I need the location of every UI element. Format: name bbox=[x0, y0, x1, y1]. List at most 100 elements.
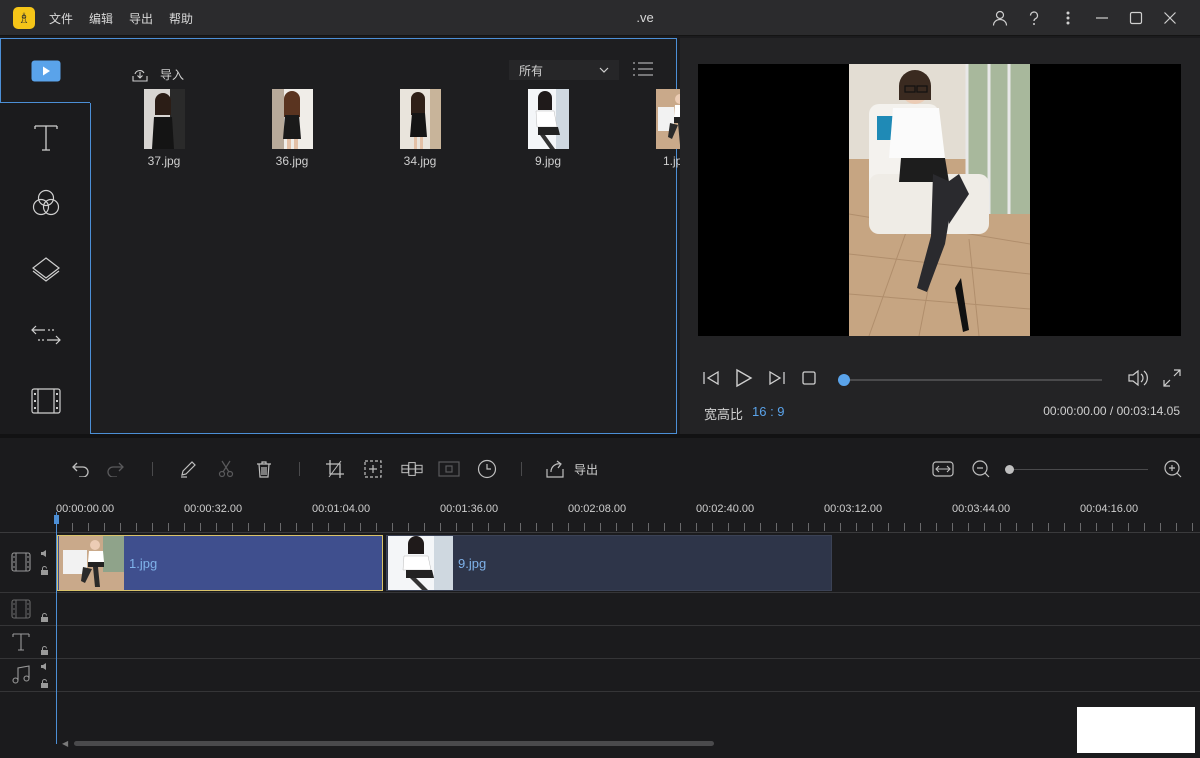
menu-bar: 文件 编辑 导出 帮助 bbox=[49, 10, 193, 27]
zoom-frame-icon[interactable] bbox=[362, 458, 384, 480]
toolbar-separator bbox=[521, 462, 522, 476]
menu-export[interactable]: 导出 bbox=[129, 10, 153, 27]
playhead[interactable] bbox=[56, 512, 57, 744]
aspect-ratio-value[interactable]: 16 : 9 bbox=[752, 404, 785, 419]
lock-icon[interactable] bbox=[40, 646, 49, 655]
more-icon[interactable] bbox=[1058, 8, 1078, 28]
list-view-toggle[interactable] bbox=[633, 62, 653, 76]
prev-frame-icon[interactable] bbox=[702, 370, 720, 386]
volume-icon[interactable] bbox=[1127, 369, 1149, 387]
media-thumbnail bbox=[144, 89, 185, 149]
text-track[interactable] bbox=[56, 626, 1200, 659]
pip-track[interactable] bbox=[56, 593, 1200, 626]
import-button[interactable]: 导入 bbox=[132, 66, 184, 83]
left-sidebar bbox=[0, 38, 91, 434]
timeline-clip-selected[interactable]: 1.jpg bbox=[57, 535, 383, 591]
fit-timeline-icon[interactable] bbox=[932, 458, 954, 480]
media-filename: 37.jpg bbox=[147, 154, 181, 168]
film-icon bbox=[30, 388, 61, 414]
title-bar: ♗ 文件 编辑 导出 帮助 .ve bbox=[0, 0, 1200, 36]
menu-edit[interactable]: 编辑 bbox=[89, 10, 113, 27]
edit-icon[interactable] bbox=[177, 458, 199, 480]
duration-icon[interactable] bbox=[476, 458, 498, 480]
media-thumbnail bbox=[400, 89, 441, 149]
playback-timecode: 00:00:00.00 / 00:03:14.05 bbox=[1043, 404, 1180, 418]
media-item[interactable]: 34.jpg bbox=[384, 89, 512, 168]
import-icon bbox=[132, 69, 148, 82]
export-button[interactable]: 导出 bbox=[574, 461, 598, 478]
timeline-toolbar: 导出 bbox=[0, 438, 1200, 498]
ruler-label: 00:01:04.00 bbox=[312, 503, 371, 515]
maximize-icon[interactable] bbox=[1126, 8, 1146, 28]
next-frame-icon[interactable] bbox=[768, 370, 786, 386]
track-headers bbox=[0, 533, 56, 703]
track-header-pip bbox=[0, 593, 56, 626]
media-filter-select[interactable]: 所有 bbox=[509, 60, 619, 80]
zoom-in-icon[interactable] bbox=[1162, 458, 1184, 480]
play-icon[interactable] bbox=[735, 368, 753, 388]
zoom-out-icon[interactable] bbox=[970, 458, 992, 480]
ruler-label: 00:02:40.00 bbox=[696, 503, 755, 515]
ruler-label: 00:02:08.00 bbox=[568, 503, 627, 515]
scrubber-handle[interactable] bbox=[838, 374, 850, 386]
stop-icon[interactable] bbox=[801, 370, 817, 386]
video-track-icon bbox=[11, 552, 31, 572]
menu-file[interactable]: 文件 bbox=[49, 10, 73, 27]
track-header-video bbox=[0, 533, 56, 593]
zoom-slider-handle[interactable] bbox=[1005, 465, 1014, 474]
timeline-horizontal-scrollbar[interactable] bbox=[74, 741, 714, 746]
mute-icon[interactable] bbox=[40, 662, 49, 671]
ruler-label: 00:03:12.00 bbox=[824, 503, 883, 515]
lock-icon[interactable] bbox=[40, 566, 49, 575]
track-header-text bbox=[0, 626, 56, 659]
ruler-label: 00:04:16.00 bbox=[1080, 503, 1139, 515]
user-icon[interactable] bbox=[990, 8, 1010, 28]
cut-icon[interactable] bbox=[215, 458, 237, 480]
scroll-left-icon[interactable]: ◀ bbox=[62, 739, 68, 748]
filter-value: 所有 bbox=[519, 63, 544, 78]
close-icon[interactable] bbox=[1160, 8, 1180, 28]
sidebar-item-media[interactable] bbox=[0, 38, 91, 103]
minimize-icon[interactable] bbox=[1092, 8, 1112, 28]
media-item[interactable]: 36.jpg bbox=[256, 89, 384, 168]
mosaic-icon[interactable] bbox=[401, 458, 423, 480]
lock-icon[interactable] bbox=[40, 613, 49, 622]
lock-icon[interactable] bbox=[40, 679, 49, 688]
import-label: 导入 bbox=[160, 68, 185, 82]
crop-icon[interactable] bbox=[324, 458, 346, 480]
media-item[interactable]: 9.jpg bbox=[512, 89, 640, 168]
timeline-clip[interactable]: 9.jpg bbox=[386, 535, 832, 591]
preview-screen[interactable] bbox=[698, 64, 1181, 336]
freeze-frame-icon[interactable] bbox=[438, 458, 460, 480]
media-filename: 36.jpg bbox=[275, 154, 309, 168]
sidebar-item-elements[interactable] bbox=[0, 369, 91, 433]
redo-icon[interactable] bbox=[106, 458, 128, 480]
delete-icon[interactable] bbox=[253, 458, 275, 480]
help-icon[interactable] bbox=[1024, 8, 1044, 28]
sidebar-item-transitions[interactable] bbox=[0, 303, 91, 367]
menu-help[interactable]: 帮助 bbox=[169, 10, 193, 27]
app-logo: ♗ bbox=[13, 7, 35, 29]
clip-label: 9.jpg bbox=[458, 555, 487, 571]
sidebar-item-overlays[interactable] bbox=[0, 237, 91, 301]
undo-icon[interactable] bbox=[68, 458, 90, 480]
music-track[interactable] bbox=[56, 659, 1200, 692]
list-icon bbox=[633, 62, 653, 76]
preview-image bbox=[849, 64, 1030, 336]
mute-icon[interactable] bbox=[40, 549, 49, 558]
timeline-ruler[interactable]: 00:00:00.00 00:00:32.00 00:01:04.00 00:0… bbox=[56, 498, 1200, 532]
zoom-slider[interactable] bbox=[1005, 465, 1148, 474]
fullscreen-icon[interactable] bbox=[1163, 369, 1181, 387]
export-icon[interactable] bbox=[544, 458, 566, 480]
overlay-box bbox=[1077, 707, 1195, 753]
sidebar-item-text[interactable] bbox=[0, 105, 91, 169]
media-library-panel: 导入 所有 37.jpg 36.jpg 34.jpg 9.jpg 1.jpg bbox=[90, 38, 697, 434]
sidebar-item-filters[interactable] bbox=[0, 171, 91, 235]
panel-border bbox=[90, 103, 91, 434]
music-track-icon bbox=[12, 665, 30, 684]
media-filename: 34.jpg bbox=[403, 154, 437, 168]
playback-scrubber[interactable] bbox=[838, 374, 1102, 386]
media-filename: 9.jpg bbox=[534, 154, 562, 168]
media-item[interactable]: 37.jpg bbox=[128, 89, 256, 168]
text-track-icon bbox=[12, 633, 30, 651]
